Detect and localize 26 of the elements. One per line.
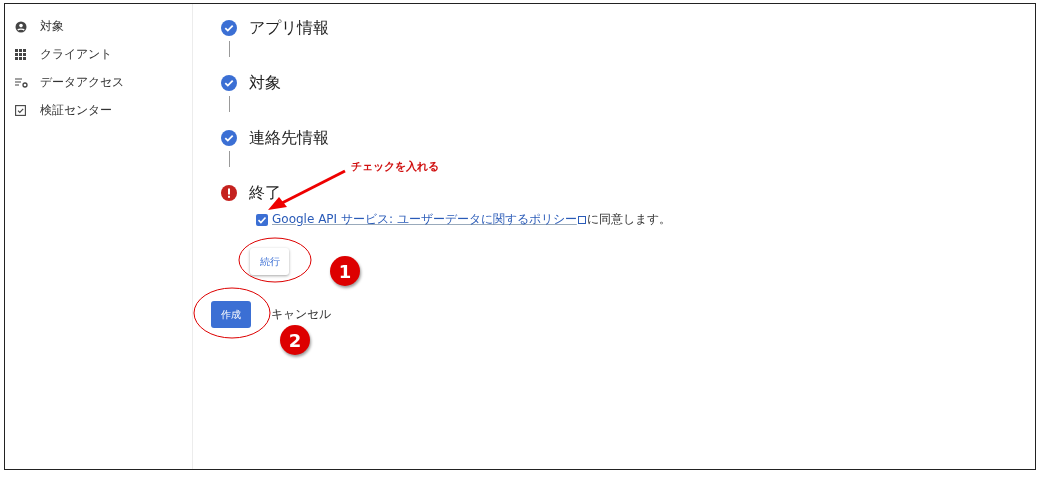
checkbox[interactable] (256, 213, 268, 226)
create-button[interactable]: 作成 (211, 301, 251, 328)
number-badge: 2 (280, 325, 310, 355)
check-circle-icon (221, 20, 237, 36)
step-title: 連絡先情報 (249, 127, 329, 149)
checkbox-icon (15, 105, 26, 116)
sidebar-item[interactable]: クライアント (40, 46, 112, 63)
sidebar-item[interactable]: 対象 (40, 18, 64, 35)
grid-icon (15, 49, 26, 60)
account-icon (15, 20, 27, 33)
number-badge: 1 (330, 256, 360, 286)
check-circle-icon (221, 75, 237, 91)
annotation-label: チェックを入れる (351, 159, 439, 174)
external-link-icon (577, 215, 586, 224)
continue-button[interactable]: 続行 (250, 248, 289, 275)
step-title: アプリ情報 (249, 17, 329, 39)
list-settings-icon (15, 77, 28, 88)
error-icon (221, 185, 237, 201)
step-title: 対象 (249, 72, 281, 94)
cancel-button[interactable]: キャンセル (271, 306, 331, 323)
policy-link[interactable]: Google API サービス: ユーザーデータに関するポリシー (272, 211, 577, 228)
sidebar-item[interactable]: 検証センター (40, 102, 112, 119)
sidebar-item[interactable]: データアクセス (40, 74, 124, 91)
step-title: 終了 (249, 182, 281, 204)
check-circle-icon (221, 130, 237, 146)
consent-text: に同意します。 (586, 211, 671, 228)
